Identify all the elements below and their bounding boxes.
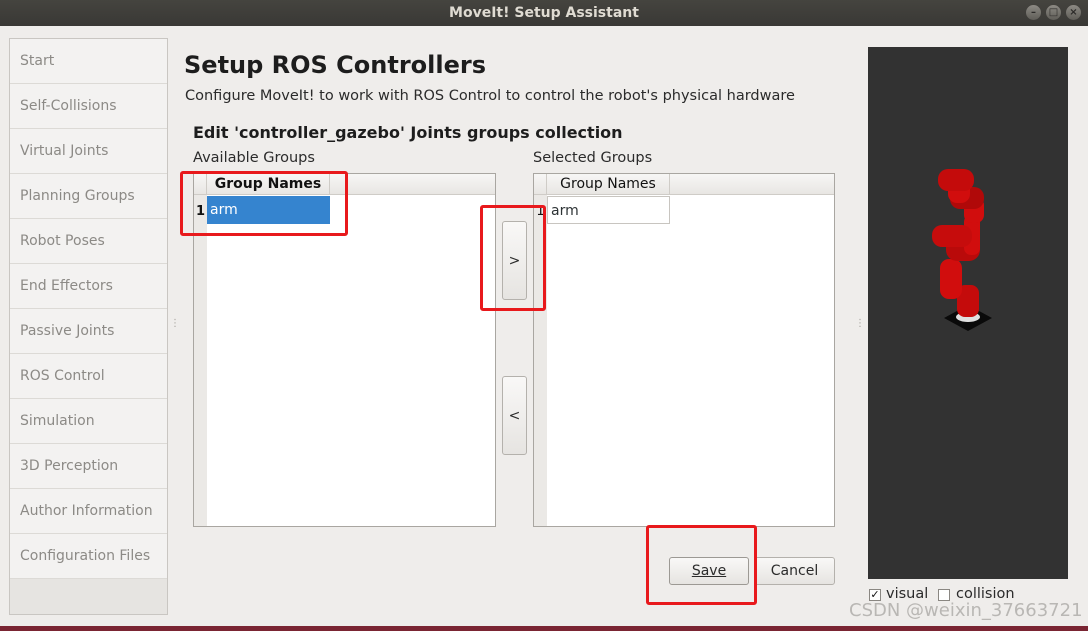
taskbar-strip (0, 626, 1088, 631)
window-titlebar: MoveIt! Setup Assistant – □ × (0, 0, 1088, 26)
sidebar-item-planning-groups[interactable]: Planning Groups (10, 174, 167, 219)
robot-arm-model (932, 169, 992, 331)
robot-link (940, 259, 962, 299)
column-header-group-names[interactable]: Group Names (207, 174, 330, 194)
table-header: Group Names (194, 174, 495, 195)
corner-cell (534, 174, 547, 194)
sidebar-item-end-effectors[interactable]: End Effectors (10, 264, 167, 309)
sidebar-item-simulation[interactable]: Simulation (10, 399, 167, 444)
available-groups-label: Available Groups (193, 150, 315, 166)
sidebar-item-passive-joints[interactable]: Passive Joints (10, 309, 167, 354)
sidebar-item-start[interactable]: Start (10, 39, 167, 84)
available-groups-table[interactable]: Group Names 1 arm (193, 173, 496, 527)
minimize-icon[interactable]: – (1026, 5, 1041, 20)
corner-cell (194, 174, 207, 194)
table-header: Group Names (534, 174, 834, 195)
sidebar-item-3d-perception[interactable]: 3D Perception (10, 444, 167, 489)
section-title: Edit 'controller_gazebo' Joints groups c… (193, 123, 623, 142)
sidebar-item-ros-control[interactable]: ROS Control (10, 354, 167, 399)
splitter-handle[interactable]: ⋮ (170, 318, 180, 329)
page-title: Setup ROS Controllers (184, 51, 487, 79)
selected-groups-table[interactable]: Group Names 1 arm (533, 173, 835, 527)
sidebar-item-configuration-files[interactable]: Configuration Files (10, 534, 167, 579)
sidebar-nav: Start Self-Collisions Virtual Joints Pla… (9, 38, 168, 615)
row-header-column (534, 174, 547, 526)
row-number: 1 (536, 204, 545, 219)
maximize-icon[interactable]: □ (1046, 5, 1061, 20)
robot-joint (938, 169, 974, 191)
add-group-button[interactable]: > (502, 221, 527, 300)
selected-groups-label: Selected Groups (533, 150, 653, 166)
watermark-text: CSDN @weixin_37663721 (849, 600, 1083, 621)
sidebar-item-author-information[interactable]: Author Information (10, 489, 167, 534)
page-description: Configure MoveIt! to work with ROS Contr… (185, 88, 795, 104)
cancel-button[interactable]: Cancel (754, 557, 835, 585)
table-row[interactable]: arm (207, 196, 330, 224)
save-button[interactable]: Save (669, 557, 749, 585)
remove-group-button[interactable]: < (502, 376, 527, 455)
table-row[interactable]: arm (547, 196, 670, 224)
robot-joint (932, 225, 972, 247)
splitter-handle[interactable]: ⋮ (855, 318, 865, 329)
window-title: MoveIt! Setup Assistant (449, 5, 639, 21)
row-header-column (194, 174, 207, 526)
sidebar-item-self-collisions[interactable]: Self-Collisions (10, 84, 167, 129)
close-icon[interactable]: × (1066, 5, 1081, 20)
column-header-group-names[interactable]: Group Names (547, 174, 670, 194)
row-number: 1 (195, 204, 206, 219)
sidebar-item-virtual-joints[interactable]: Virtual Joints (10, 129, 167, 174)
sidebar-item-robot-poses[interactable]: Robot Poses (10, 219, 167, 264)
robot-3d-viewer[interactable] (868, 47, 1068, 579)
